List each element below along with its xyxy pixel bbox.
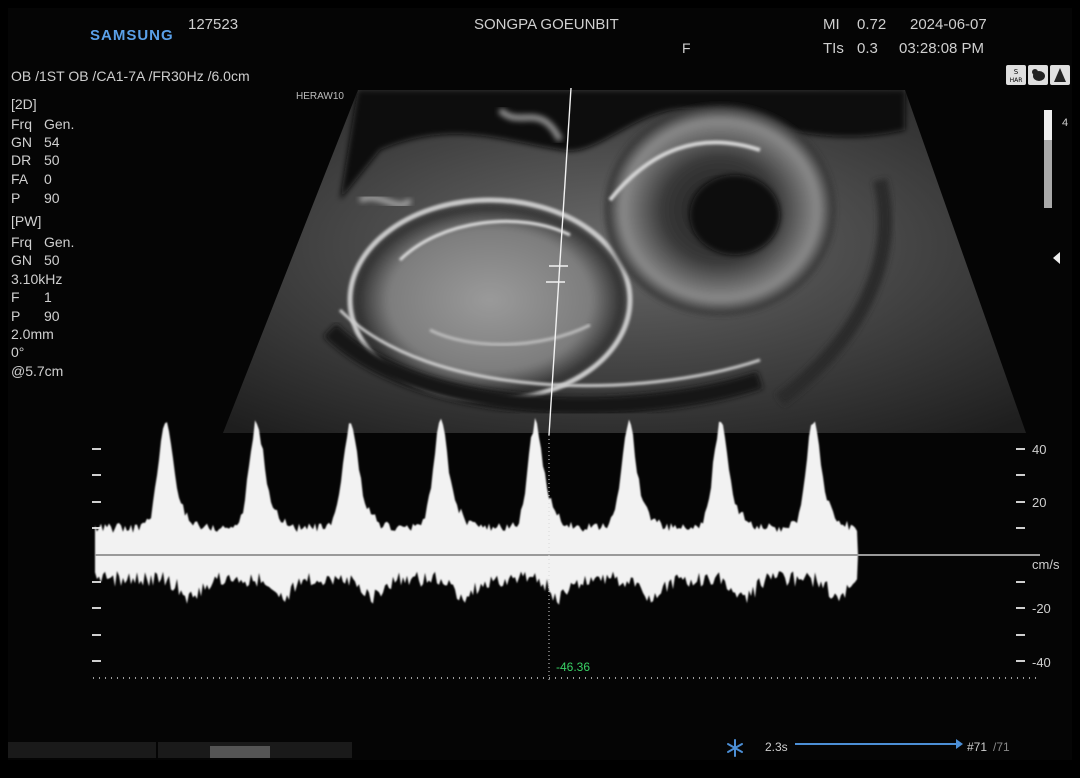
velocity-unit: cm/s [1032,557,1060,572]
cine-total: /71 [993,740,1010,754]
freeze-snowflake-icon[interactable] [724,738,746,758]
doppler-spectrum [92,418,1040,680]
scale-label-minus-40: -40 [1032,655,1051,670]
scale-label-minus-20: -20 [1032,601,1051,616]
scale-label-40: 40 [1032,442,1047,457]
cine-position-marker[interactable] [956,739,963,749]
scale-label-20: 20 [1032,495,1047,510]
cine-duration: 2.3s [765,740,788,754]
spectrum-waveform [95,418,858,605]
thumbnail-1[interactable] [8,742,156,758]
cursor-velocity-readout: -46.36 [556,660,591,674]
cine-progress-bar[interactable] [795,743,961,745]
cine-frame: #71 [967,740,988,754]
ultrasound-screen: SAMSUNG 127523 SONGPA GOEUNBIT F MI 0.72… [0,0,1080,778]
thumbnail-2[interactable] [158,742,352,758]
